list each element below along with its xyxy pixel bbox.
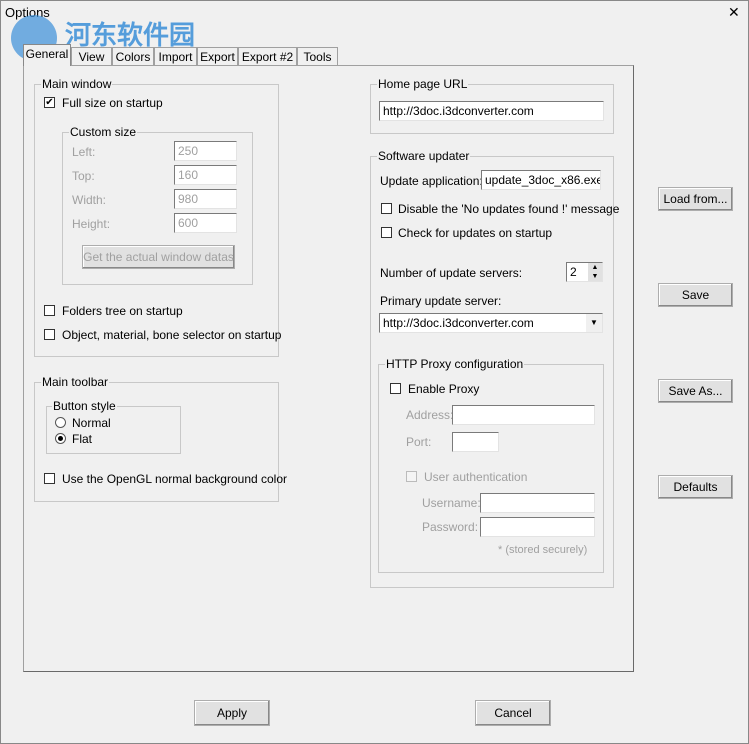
object-selector-checkbox[interactable] bbox=[44, 329, 55, 340]
folders-tree-checkbox[interactable] bbox=[44, 305, 55, 316]
group-label: Button style bbox=[52, 399, 117, 413]
save-button[interactable]: Save bbox=[658, 283, 733, 307]
cancel-button[interactable]: Cancel bbox=[475, 700, 551, 726]
group-label: HTTP Proxy configuration bbox=[385, 357, 525, 371]
password-label: Password: * bbox=[422, 520, 487, 534]
check-startup-checkbox[interactable] bbox=[381, 227, 392, 238]
password-input[interactable] bbox=[480, 517, 595, 537]
full-size-label: Full size on startup bbox=[62, 96, 163, 110]
apply-button[interactable]: Apply bbox=[194, 700, 270, 726]
username-input[interactable] bbox=[480, 493, 595, 513]
left-label: Left: bbox=[72, 145, 96, 159]
home-page-url-input[interactable]: http://3doc.i3dconverter.com bbox=[379, 101, 604, 121]
num-servers-spinner[interactable]: 2 ▲ ▼ bbox=[566, 262, 603, 282]
object-selector-label: Object, material, bone selector on start… bbox=[62, 328, 282, 342]
tab-tools[interactable]: Tools bbox=[297, 47, 338, 65]
group-label: Custom size bbox=[69, 125, 138, 139]
disable-message-checkbox[interactable] bbox=[381, 203, 392, 214]
close-icon[interactable]: ✕ bbox=[728, 4, 740, 21]
group-label: Main window bbox=[41, 77, 113, 91]
primary-server-select[interactable]: http://3doc.i3dconverter.com ▼ bbox=[379, 313, 603, 333]
num-servers-label: Number of update servers: bbox=[380, 266, 523, 280]
username-label: Username: bbox=[422, 496, 481, 510]
update-app-input[interactable]: update_3doc_x86.exe bbox=[481, 170, 601, 190]
stored-securely-note: * (stored securely) bbox=[498, 544, 588, 556]
opengl-bg-checkbox[interactable] bbox=[44, 473, 55, 484]
normal-label: Normal bbox=[72, 416, 111, 430]
top-input[interactable]: 160 bbox=[174, 165, 237, 185]
num-servers-value: 2 bbox=[570, 265, 577, 279]
primary-server-label: Primary update server: bbox=[380, 294, 502, 308]
tab-export[interactable]: Export bbox=[197, 47, 238, 65]
check-startup-label: Check for updates on startup bbox=[398, 226, 553, 240]
get-window-data-button[interactable]: Get the actual window datas bbox=[82, 245, 235, 269]
flat-label: Flat bbox=[72, 432, 93, 446]
port-label: Port: bbox=[406, 435, 432, 449]
port-input[interactable] bbox=[452, 432, 499, 452]
folders-tree-label: Folders tree on startup bbox=[62, 304, 183, 318]
opengl-bg-label: Use the OpenGL normal background color bbox=[62, 472, 288, 486]
user-auth-checkbox[interactable] bbox=[406, 471, 417, 482]
width-input[interactable]: 980 bbox=[174, 189, 237, 209]
tab-colors[interactable]: Colors bbox=[112, 47, 154, 65]
tab-export-2[interactable]: Export #2 bbox=[238, 47, 297, 65]
spinner-arrows-icon[interactable]: ▲ ▼ bbox=[588, 263, 602, 281]
button-style-group: Button style bbox=[46, 399, 181, 454]
address-label: Address: bbox=[406, 408, 454, 422]
group-label: Software updater bbox=[377, 149, 471, 163]
normal-radio[interactable] bbox=[55, 417, 66, 428]
enable-proxy-label: Enable Proxy bbox=[408, 382, 480, 396]
enable-proxy-checkbox[interactable] bbox=[390, 383, 401, 394]
tab-general[interactable]: General bbox=[23, 44, 71, 66]
primary-server-value: http://3doc.i3dconverter.com bbox=[383, 316, 534, 330]
user-auth-label: User authentication bbox=[424, 470, 528, 484]
flat-radio[interactable] bbox=[55, 433, 66, 444]
update-app-label: Update application: bbox=[380, 174, 483, 188]
full-size-checkbox[interactable]: ✔ bbox=[44, 97, 55, 108]
disable-message-label: Disable the 'No updates found !' message bbox=[398, 202, 620, 216]
tab-view[interactable]: View bbox=[71, 47, 112, 65]
address-input[interactable] bbox=[452, 405, 595, 425]
width-label: Width: bbox=[72, 193, 107, 207]
chevron-down-icon[interactable]: ▼ bbox=[586, 314, 602, 332]
top-label: Top: bbox=[72, 169, 95, 183]
height-input[interactable]: 600 bbox=[174, 213, 237, 233]
save-as-button[interactable]: Save As... bbox=[658, 379, 733, 403]
group-label: Main toolbar bbox=[41, 375, 110, 389]
left-input[interactable]: 250 bbox=[174, 141, 237, 161]
group-label: Home page URL bbox=[377, 77, 469, 91]
load-from-button[interactable]: Load from... bbox=[658, 187, 733, 211]
tab-import[interactable]: Import bbox=[154, 47, 197, 65]
defaults-button[interactable]: Defaults bbox=[658, 475, 733, 499]
height-label: Height: bbox=[72, 217, 111, 231]
